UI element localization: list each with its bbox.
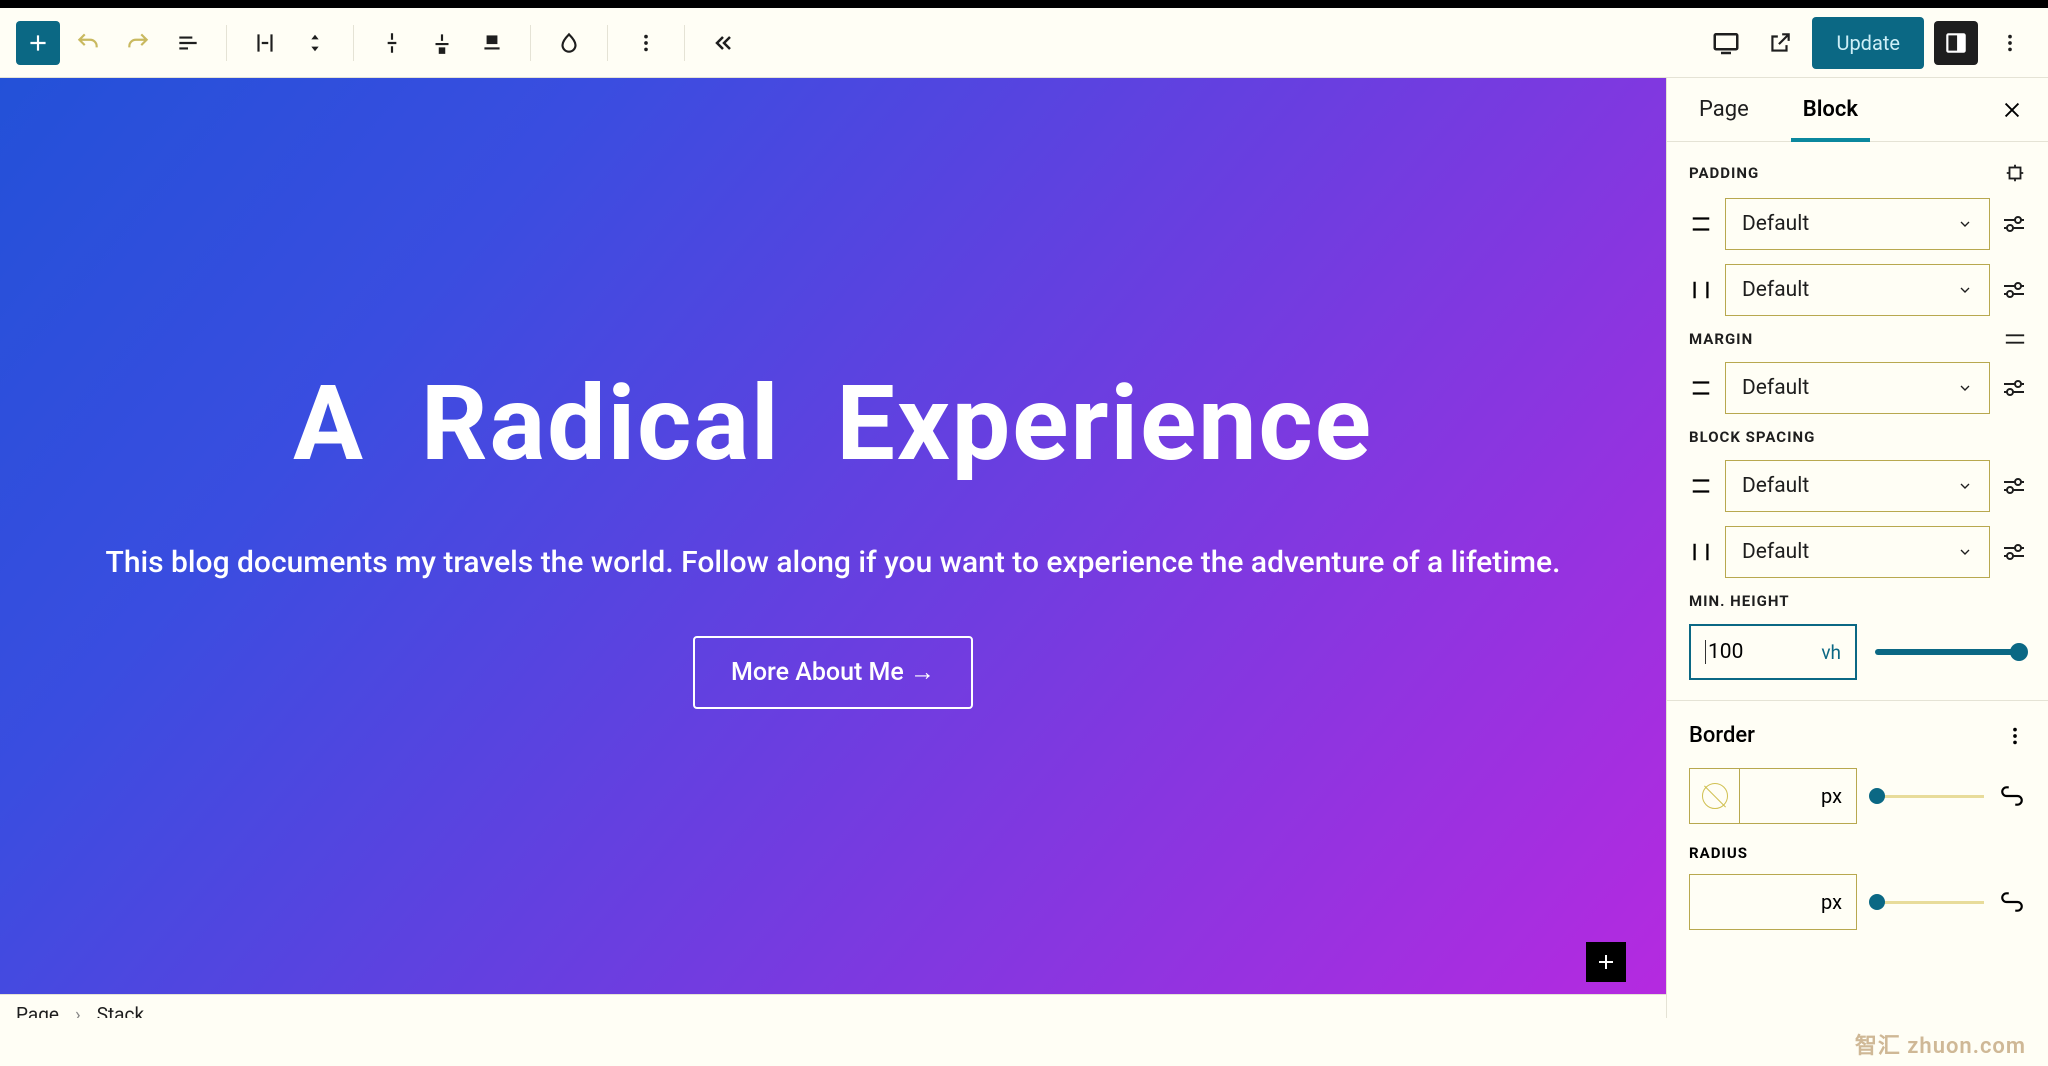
block-options-icon[interactable]: [624, 21, 668, 65]
block-inserter-button[interactable]: [16, 21, 60, 65]
vertical-sides-icon: [1689, 212, 1713, 236]
redo-button[interactable]: [116, 21, 160, 65]
block-breadcrumb: Page › Stack: [0, 994, 1666, 1018]
hero-heading[interactable]: A Radical Experience: [293, 364, 1373, 485]
padding-vertical-select[interactable]: Default: [1725, 198, 1990, 250]
update-button[interactable]: Update: [1812, 17, 1924, 69]
watermark: 智汇 zhuon.com: [1855, 1028, 2026, 1060]
chevron-right-icon: ›: [75, 1003, 81, 1018]
breadcrumb-leaf[interactable]: Stack: [97, 1003, 144, 1018]
horizontal-sides-icon: [1689, 540, 1713, 564]
margin-vertical-select[interactable]: Default: [1725, 362, 1990, 414]
container-icon[interactable]: [243, 21, 287, 65]
hero-cta-button[interactable]: More About Me →: [693, 636, 973, 709]
custom-size-icon[interactable]: [2002, 212, 2026, 236]
hero-subtitle[interactable]: This blog documents my travels the world…: [106, 545, 1561, 580]
chevron-down-icon: [1957, 216, 1973, 232]
custom-size-icon[interactable]: [2002, 376, 2026, 400]
border-width-input[interactable]: px: [1689, 768, 1857, 824]
custom-size-icon[interactable]: [2002, 474, 2026, 498]
document-overview-button[interactable]: [166, 21, 210, 65]
border-unit[interactable]: px: [1807, 784, 1856, 808]
border-width-slider[interactable]: [1871, 795, 1984, 798]
padding-horizontal-select[interactable]: Default: [1725, 264, 1990, 316]
radius-slider[interactable]: [1871, 901, 1984, 904]
top-toolbar: Update: [0, 8, 2048, 78]
margin-reset-icon[interactable]: [2004, 333, 2026, 345]
min-height-input[interactable]: 100 vh: [1689, 624, 1857, 680]
preview-external-icon[interactable]: [1758, 21, 1802, 65]
justify-icon[interactable]: [470, 21, 514, 65]
min-height-value: 100: [1708, 640, 1743, 664]
margin-label: MARGIN: [1689, 330, 1753, 348]
duotone-icon[interactable]: [547, 21, 591, 65]
border-color-button[interactable]: [1690, 769, 1740, 823]
vertical-sides-icon: [1689, 474, 1713, 498]
editor-canvas: A Radical Experience This blog documents…: [0, 78, 1666, 1018]
collapse-toolbar-icon[interactable]: [701, 21, 745, 65]
radius-input[interactable]: px: [1689, 874, 1857, 930]
link-sides-icon[interactable]: [1998, 782, 2026, 810]
close-sidebar-icon[interactable]: [1996, 94, 2028, 126]
undo-button[interactable]: [66, 21, 110, 65]
cover-block[interactable]: A Radical Experience This blog documents…: [0, 78, 1666, 994]
min-height-unit[interactable]: vh: [1821, 641, 1841, 664]
move-handle-icon[interactable]: [293, 21, 337, 65]
custom-size-icon[interactable]: [2002, 278, 2026, 302]
block-spacing-horizontal-select[interactable]: Default: [1725, 526, 1990, 578]
link-corners-icon[interactable]: [1998, 888, 2026, 916]
horizontal-sides-icon: [1689, 278, 1713, 302]
padding-visualize-icon[interactable]: [2004, 162, 2026, 184]
min-height-label: MIN. HEIGHT: [1689, 592, 1790, 610]
border-label: Border: [1689, 723, 1755, 748]
block-spacing-label: BLOCK SPACING: [1689, 428, 1815, 446]
tab-block[interactable]: Block: [1791, 78, 1870, 142]
add-block-button[interactable]: [1586, 942, 1626, 982]
radius-label: RADIUS: [1689, 844, 2026, 862]
radius-unit[interactable]: px: [1807, 890, 1856, 914]
align-none-icon[interactable]: [370, 21, 414, 65]
breadcrumb-root[interactable]: Page: [16, 1003, 59, 1018]
tab-page[interactable]: Page: [1687, 78, 1761, 142]
block-spacing-vertical-select[interactable]: Default: [1725, 460, 1990, 512]
padding-label: PADDING: [1689, 164, 1759, 182]
custom-size-icon[interactable]: [2002, 540, 2026, 564]
min-height-slider[interactable]: [1875, 649, 2026, 655]
editor-options-icon[interactable]: [1988, 21, 2032, 65]
settings-sidebar: Page Block PADDING Default: [1666, 78, 2048, 1018]
vertical-align-icon[interactable]: [420, 21, 464, 65]
vertical-sides-icon: [1689, 376, 1713, 400]
border-options-icon[interactable]: [2004, 725, 2026, 747]
view-desktop-icon[interactable]: [1704, 21, 1748, 65]
settings-sidebar-toggle[interactable]: [1934, 21, 1978, 65]
